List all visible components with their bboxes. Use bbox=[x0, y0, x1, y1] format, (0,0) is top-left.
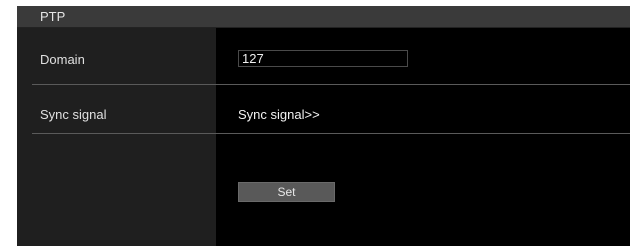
sync-signal-label: Sync signal bbox=[40, 107, 107, 122]
row-divider bbox=[32, 84, 630, 85]
row-divider bbox=[32, 133, 630, 134]
section-header: PTP bbox=[17, 6, 630, 28]
domain-label: Domain bbox=[40, 52, 85, 67]
domain-input[interactable] bbox=[238, 50, 408, 67]
section-title: PTP bbox=[40, 9, 66, 24]
set-button[interactable]: Set bbox=[238, 182, 335, 202]
sync-signal-link[interactable]: Sync signal>> bbox=[238, 107, 320, 122]
ptp-settings-panel: PTP Domain Sync signal Sync signal>> Set bbox=[17, 6, 630, 246]
